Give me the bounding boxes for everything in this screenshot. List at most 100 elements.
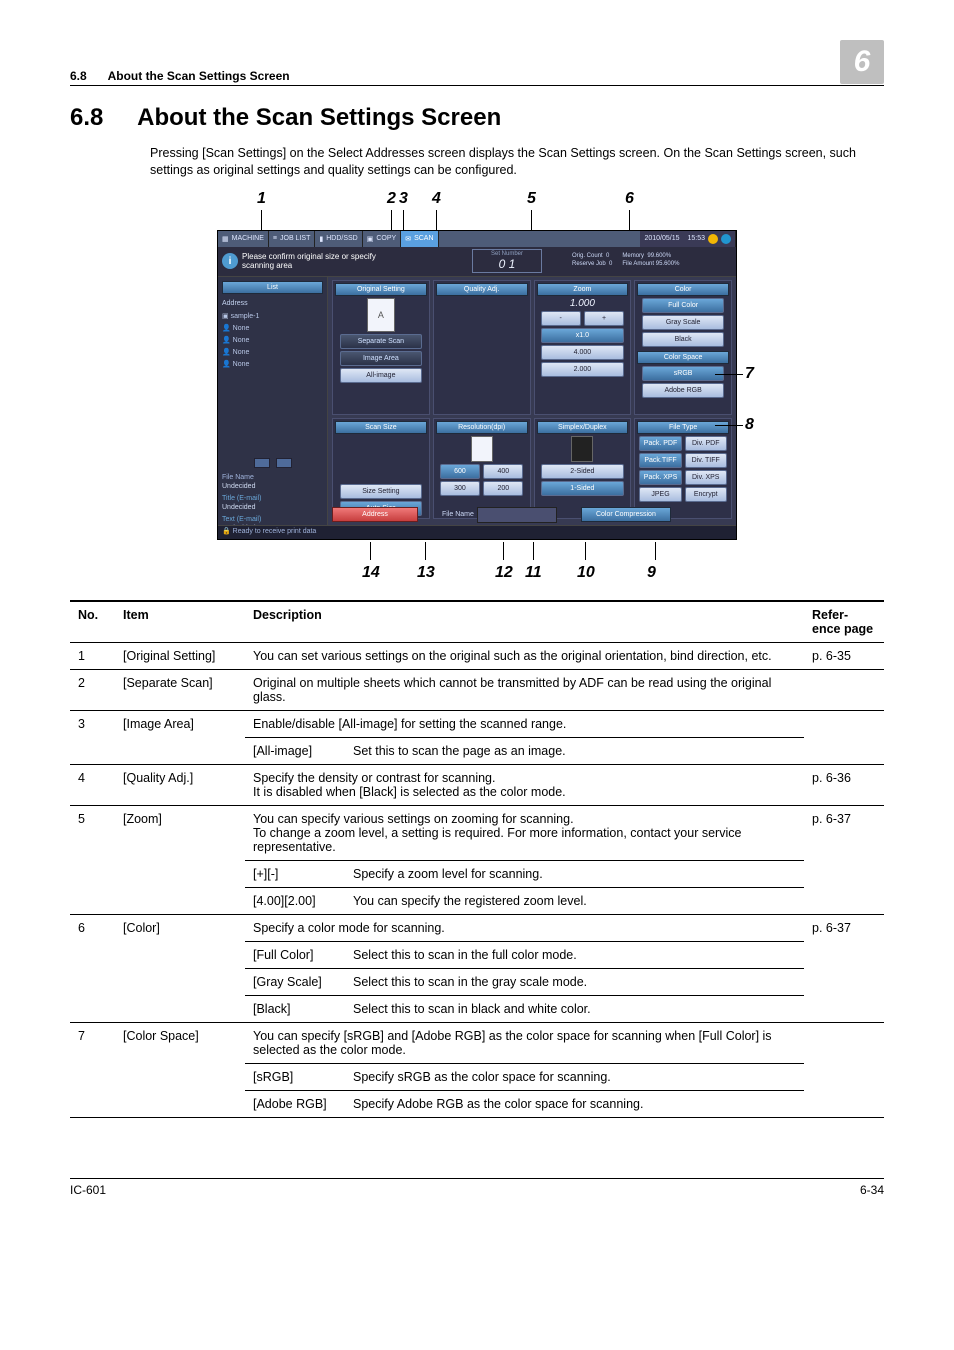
size-setting-button[interactable]: Size Setting (340, 484, 423, 499)
list-button[interactable]: List (222, 281, 323, 294)
row-item: [Zoom] (115, 805, 245, 914)
scan-size-header: Scan Size (335, 421, 427, 434)
tab-copy[interactable]: ▣ COPY (363, 231, 401, 247)
simplex-duplex-column: Simplex/Duplex 2-Sided 1-Sided (534, 418, 632, 519)
row-desc: You can set various settings on the orig… (245, 642, 804, 669)
zoom-column: Zoom 1.000 - + x1.0 4.000 2.000 (534, 280, 632, 415)
res-600-button[interactable]: 600 (440, 464, 480, 479)
status-datetime: 2010/05/15 15:53 (640, 231, 736, 247)
callout-4: 4 (432, 190, 441, 208)
row-subkey: [+][-] (245, 860, 345, 887)
row-subval: Specify Adobe RGB as the color space for… (345, 1090, 804, 1117)
black-button[interactable]: Black (642, 332, 725, 347)
color-compression-button[interactable]: Color Compression (581, 507, 671, 522)
tab-job-list[interactable]: ≡ JOB LIST (269, 231, 315, 247)
res-300-button[interactable]: 300 (440, 481, 480, 496)
status-message: Please confirm original size or specify … (242, 252, 392, 270)
address-item[interactable]: 👤 None (222, 335, 323, 345)
srgb-button[interactable]: sRGB (642, 366, 725, 381)
row-subkey: [4.00][2.00] (245, 887, 345, 914)
callout-1: 1 (257, 190, 266, 208)
div-xps-button[interactable]: Div. XPS (685, 470, 727, 485)
row-ref: p. 6-37 (804, 914, 884, 1022)
zoom-preset-button[interactable]: 2.000 (541, 362, 624, 377)
scan-settings-screenshot: ▦ MACHINE ≡ JOB LIST ▮ HDD/SSD ▣ COPY ✉ … (217, 230, 737, 540)
row-subval: You can specify the registered zoom leve… (345, 887, 804, 914)
pack-pdf-button[interactable]: Pack. PDF (639, 436, 681, 451)
res-400-button[interactable]: 400 (483, 464, 523, 479)
div-pdf-button[interactable]: Div. PDF (685, 436, 727, 451)
callout-7: 7 (745, 365, 754, 383)
tab-machine[interactable]: ▦ MACHINE (218, 231, 269, 247)
running-header: 6.8 About the Scan Settings Screen (70, 69, 290, 83)
two-sided-button[interactable]: 2-Sided (541, 464, 624, 479)
res-200-button[interactable]: 200 (483, 481, 523, 496)
row-desc: You can specify various settings on zoom… (245, 805, 804, 860)
div-tiff-button[interactable]: Div. TIFF (685, 453, 727, 468)
page-footer: IC-601 6-34 (70, 1178, 884, 1197)
title-num: 6.8 (70, 104, 103, 131)
pack-xps-button[interactable]: Pack. XPS (639, 470, 681, 485)
tab-hdd[interactable]: ▮ HDD/SSD (315, 231, 362, 247)
file-type-header: File Type (637, 421, 729, 434)
zoom-value: 1.000 (570, 298, 595, 309)
th-item: Item (115, 601, 245, 643)
zoom-preset-button[interactable]: 4.000 (541, 345, 624, 360)
address-item[interactable]: 👤 None (222, 323, 323, 333)
address-sidebar: List Address ▣ sample-1 👤 None 👤 None 👤 … (218, 277, 328, 539)
separate-scan-button[interactable]: Separate Scan (340, 334, 423, 349)
adobe-rgb-button[interactable]: Adobe RGB (642, 383, 725, 398)
one-sided-button[interactable]: 1-Sided (541, 481, 624, 496)
resolution-thumb (471, 436, 493, 462)
row-subkey: [Full Color] (245, 941, 345, 968)
row-item: [Separate Scan] (115, 669, 245, 710)
header-sec-no: 6.8 (70, 69, 87, 83)
address-header: Address (222, 300, 323, 307)
row-desc: Specify a color mode for scanning. (245, 914, 804, 941)
row-item: [Color] (115, 914, 245, 1022)
callout-11: 11 (525, 564, 542, 582)
simplex-duplex-header: Simplex/Duplex (537, 421, 629, 434)
row-desc: Original on multiple sheets which cannot… (245, 669, 804, 710)
callout-10: 10 (577, 564, 595, 582)
original-setting-button[interactable]: Original Setting (335, 283, 427, 296)
resolution-column: Resolution(dpi) 600 400 300 200 (433, 418, 531, 519)
full-color-button[interactable]: Full Color (642, 298, 725, 313)
tab-scan[interactable]: ✉ SCAN (401, 231, 438, 247)
down-button[interactable] (276, 458, 292, 468)
address-item[interactable]: 👤 None (222, 359, 323, 369)
warning-icon (708, 234, 718, 244)
status-bar: 🔒 Ready to receive print data (218, 525, 736, 539)
row-subkey: [sRGB] (245, 1063, 345, 1090)
row-subval: Select this to scan in the full color mo… (345, 941, 804, 968)
file-name-field[interactable] (477, 507, 557, 523)
help-icon[interactable] (721, 234, 731, 244)
settings-description-table: No. Item Description Refer- ence page 1[… (70, 600, 884, 1118)
orientation-thumb: A (367, 298, 395, 332)
intro-paragraph: Pressing [Scan Settings] on the Select A… (150, 145, 884, 180)
th-ref: Refer- ence page (804, 601, 884, 643)
all-image-button[interactable]: All-image (340, 368, 423, 383)
address-item[interactable]: ▣ sample-1 (222, 311, 323, 321)
original-setting-column: Original Setting A Separate Scan Image A… (332, 280, 430, 415)
zoom-plus-button[interactable]: + (584, 311, 624, 326)
zoom-header: Zoom (537, 283, 629, 296)
address-button[interactable]: Address (332, 507, 418, 522)
pack-tiff-button[interactable]: Pack.TIFF (639, 453, 681, 468)
callout-2: 2 (387, 190, 396, 208)
image-area-button[interactable]: Image Area (340, 351, 423, 366)
encrypt-button[interactable]: Encrypt (685, 487, 727, 502)
zoom-minus-button[interactable]: - (541, 311, 581, 326)
callout-3: 3 (399, 190, 408, 208)
gray-scale-button[interactable]: Gray Scale (642, 315, 725, 330)
row-item: [Quality Adj.] (115, 764, 245, 805)
scan-settings-figure: 123456 ▦ MACHINE ≡ JOB LIST ▮ HDD/SSD ▣ … (217, 190, 737, 582)
row-item: [Original Setting] (115, 642, 245, 669)
up-button[interactable] (254, 458, 270, 468)
zoom-x1-button[interactable]: x1.0 (541, 328, 624, 343)
row-no: 2 (70, 669, 115, 710)
address-item[interactable]: 👤 None (222, 347, 323, 357)
chapter-number-box: 6 (840, 40, 884, 84)
quality-adj-button[interactable]: Quality Adj. (436, 283, 528, 296)
jpeg-button[interactable]: JPEG (639, 487, 681, 502)
